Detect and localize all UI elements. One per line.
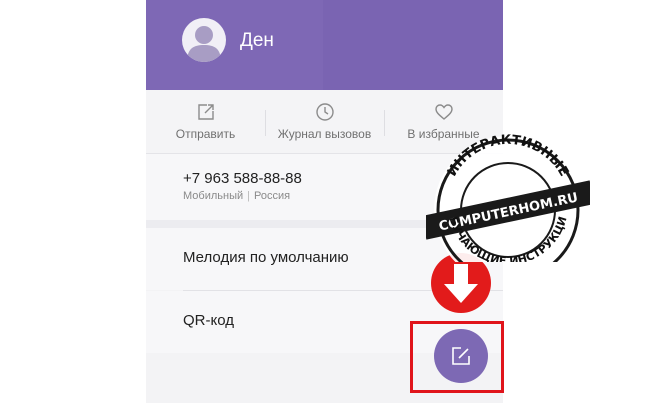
heart-icon — [434, 104, 453, 120]
share-label: Отправить — [175, 127, 236, 141]
meta-separator: | — [247, 190, 250, 202]
highlight-box — [410, 321, 504, 393]
phone-country: Россия — [253, 190, 291, 202]
phone-meta: Мобильный | Россия — [183, 190, 290, 202]
share-icon — [197, 104, 214, 120]
header-shade — [323, 0, 503, 90]
share-button[interactable]: Отправить — [146, 90, 265, 153]
person-icon — [187, 26, 221, 62]
qr-code-label: QR-код — [183, 312, 234, 329]
watermark-stamp: ИНТЕРАКТИВНЫЕ COMPUTERHOM.RU ОБУЧАЮЩИЕ И… — [426, 132, 590, 262]
clock-icon — [315, 103, 334, 121]
phone-type: Мобильный — [183, 190, 244, 202]
contact-name: Ден — [240, 30, 274, 51]
avatar[interactable] — [182, 18, 226, 62]
contact-header: Ден — [146, 0, 503, 90]
call-log-button[interactable]: Журнал вызовов — [265, 90, 384, 153]
ringtone-label: Мелодия по умолчанию — [183, 249, 349, 266]
call-log-label: Журнал вызовов — [277, 127, 372, 141]
phone-number: +7 963 588-88-88 — [183, 170, 302, 187]
